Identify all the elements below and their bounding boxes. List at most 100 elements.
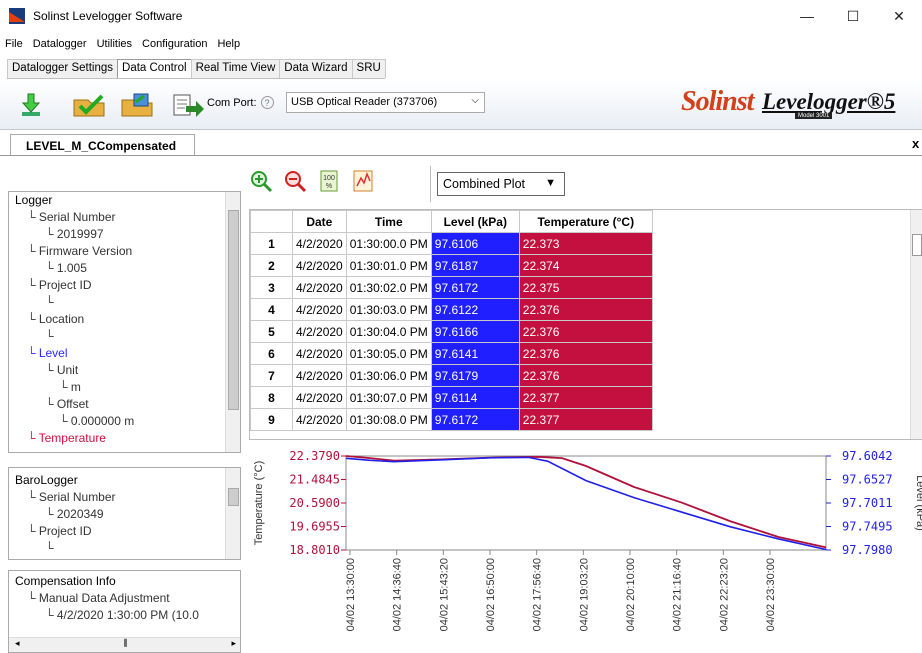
scroll-thumb[interactable]: ⫼ [123, 638, 127, 652]
right-axis-label: Level (kPa) [914, 475, 922, 531]
save-file-icon[interactable] [120, 92, 156, 118]
logger-node[interactable]: └ Firmware Version [15, 243, 240, 260]
horizontal-scrollbar[interactable]: ◂ ⫼ ▸ [9, 637, 240, 652]
menu-file[interactable]: File [0, 38, 28, 54]
time-cell: 01:30:03.0 PM [345, 298, 432, 321]
zoom-out-icon[interactable] [282, 168, 308, 194]
menu-configuration[interactable]: Configuration [137, 38, 212, 54]
close-document-icon[interactable]: x [912, 136, 919, 151]
logger-scrollbar[interactable] [225, 192, 240, 452]
time-cell: 01:30:08.0 PM [345, 408, 432, 431]
table-row[interactable]: 3 4/2/2020 01:30:02.0 PM 97.6172 22.375 [250, 276, 653, 299]
logger-node[interactable]: └ Location [15, 311, 240, 328]
left-axis-label: Temperature (°C) [253, 461, 265, 545]
logger-node[interactable]: Logger [15, 192, 240, 209]
row-number: 9 [250, 408, 293, 431]
table-row[interactable]: 8 4/2/2020 01:30:07.0 PM 97.6114 22.377 [250, 386, 653, 409]
zoom-100-icon[interactable]: 100% [316, 168, 342, 194]
maximize-button[interactable]: ☐ [830, 0, 876, 32]
x-tick-label: 04/02 19:03:20 [578, 558, 590, 631]
temperature-cell: 22.376 [518, 364, 653, 387]
temperature-cell: 22.373 [518, 232, 653, 255]
close-button[interactable]: ✕ [876, 0, 922, 32]
logger-node[interactable]: └ m [15, 379, 240, 396]
comp-node[interactable]: └ Manual Data Adjustment [15, 590, 240, 607]
temperature-cell: 22.374 [518, 254, 653, 277]
table-row[interactable]: 2 4/2/2020 01:30:01.0 PM 97.6187 22.374 [250, 254, 653, 277]
divider [0, 155, 922, 156]
menu-datalogger[interactable]: Datalogger [28, 38, 92, 54]
table-row[interactable]: 7 4/2/2020 01:30:06.0 PM 97.6179 22.376 [250, 364, 653, 387]
scroll-right-icon[interactable]: ▸ [231, 638, 236, 652]
help-icon[interactable]: ? [260, 96, 274, 109]
tab-data-control[interactable]: Data Control [117, 59, 192, 78]
table-row[interactable]: 4 4/2/2020 01:30:03.0 PM 97.6122 22.376 [250, 298, 653, 321]
right-tick-label: 97.6527 [842, 473, 893, 487]
logger-panel: Logger └ Serial Number └ 2019997 └ Firmware… [8, 191, 241, 453]
scroll-left-icon[interactable]: ◂ [15, 638, 20, 652]
baro-node[interactable]: BaroLogger [15, 472, 240, 489]
baro-node[interactable]: └ [15, 540, 240, 557]
logger-node[interactable]: └ Unit [15, 362, 240, 379]
model-badge: Model 3001 [795, 113, 833, 119]
comp-node[interactable]: └ 4/2/2020 1:30:00 PM (10.0 [15, 607, 240, 624]
table-row[interactable]: 5 4/2/2020 01:30:04.0 PM 97.6166 22.376 [250, 320, 653, 343]
logger-node[interactable]: └ 1.005 [15, 260, 240, 277]
logger-node[interactable]: └ Level [15, 345, 240, 362]
plot-mode-value: Combined Plot [443, 177, 525, 191]
time-cell: 01:30:04.0 PM [345, 320, 432, 343]
time-cell: 01:30:06.0 PM [345, 364, 432, 387]
x-tick-label: 04/02 22:23:20 [718, 558, 730, 631]
chart-icon[interactable] [350, 168, 376, 194]
right-tick-label: 97.7011 [842, 496, 893, 510]
scroll-thumb[interactable] [228, 488, 239, 506]
logger-node[interactable]: └ 0.000000 m [15, 413, 240, 430]
barologger-panel: BaroLogger └ Serial Number └ 2020349 └ Proj… [8, 467, 241, 560]
baro-node[interactable]: └ Project ID [15, 523, 240, 540]
date-cell: 4/2/2020 [292, 342, 347, 365]
logger-node[interactable]: └ [15, 294, 240, 311]
plot-mode-select[interactable]: Combined Plot ▼ [437, 172, 565, 196]
temperature-cell: 22.376 [518, 320, 653, 343]
date-cell: 4/2/2020 [292, 320, 347, 343]
table-row[interactable]: 9 4/2/2020 01:30:08.0 PM 97.6172 22.377 [250, 408, 653, 431]
export-icon[interactable] [172, 92, 206, 118]
tab-datalogger-settings[interactable]: Datalogger Settings [7, 59, 119, 78]
column-header[interactable] [250, 210, 293, 233]
column-header[interactable]: Time [345, 210, 432, 233]
download-icon[interactable] [18, 92, 44, 118]
baro-node[interactable]: └ 2020349 [15, 506, 240, 523]
tab-real-time-view[interactable]: Real Time View [190, 59, 281, 78]
tab-sru[interactable]: SRU [351, 59, 386, 78]
comp-node[interactable]: Compensation Info [15, 573, 240, 590]
table-row[interactable]: 1 4/2/2020 01:30:00.0 PM 97.6106 22.373 [250, 232, 653, 255]
com-port-select[interactable]: USB Optical Reader (373706) ⌵ [286, 92, 485, 113]
right-tick-label: 97.6042 [842, 449, 893, 463]
minimize-button[interactable]: — [784, 0, 830, 32]
column-header[interactable]: Temperature (°C) [518, 210, 653, 233]
logger-node[interactable]: └ Serial Number [15, 209, 240, 226]
x-tick-label: 04/02 20:10:00 [625, 558, 637, 631]
document-tab[interactable]: LEVEL_M_CCompensated [10, 134, 195, 156]
zoom-in-icon[interactable] [248, 168, 274, 194]
column-header[interactable]: Date [292, 210, 347, 233]
scroll-thumb[interactable] [912, 234, 922, 256]
menu-utilities[interactable]: Utilities [92, 38, 137, 54]
baro-scrollbar[interactable] [225, 468, 240, 559]
tab-data-wizard[interactable]: Data Wizard [279, 59, 353, 78]
temperature-cell: 22.377 [518, 386, 653, 409]
table-scrollbar[interactable] [910, 210, 922, 439]
column-header[interactable]: Level (kPa) [430, 210, 520, 233]
table-row[interactable]: 6 4/2/2020 01:30:05.0 PM 97.6141 22.376 [250, 342, 653, 365]
level-cell: 97.6106 [430, 232, 520, 255]
right-tick-label: 97.7980 [842, 543, 893, 557]
scroll-thumb[interactable] [228, 210, 239, 410]
logger-node[interactable]: └ 2019997 [15, 226, 240, 243]
menu-help[interactable]: Help [212, 38, 245, 54]
open-file-icon[interactable] [72, 92, 108, 118]
logger-node[interactable]: └ Offset [15, 396, 240, 413]
logger-node[interactable]: └ [15, 328, 240, 345]
logger-node[interactable]: └ Project ID [15, 277, 240, 294]
baro-node[interactable]: └ Serial Number [15, 489, 240, 506]
logger-node[interactable]: └ Temperature [15, 430, 240, 447]
